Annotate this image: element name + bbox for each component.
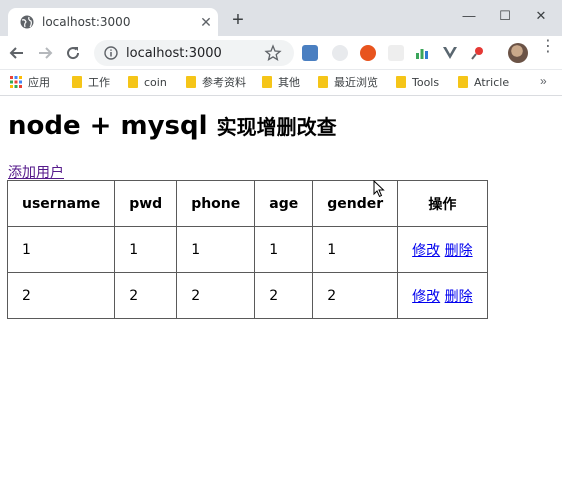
bookmark-folder-atricle[interactable]: Atricle bbox=[458, 75, 509, 91]
page-title: node + mysql 实现增删改查 bbox=[8, 111, 337, 141]
page-title-en: node + mysql bbox=[8, 111, 208, 141]
back-arrow-icon[interactable] bbox=[8, 44, 26, 62]
col-actions: 操作 bbox=[397, 180, 488, 227]
folder-icon bbox=[458, 76, 468, 88]
bookmark-label: Tools bbox=[412, 76, 440, 89]
folder-icon bbox=[262, 76, 272, 88]
extension-blank-icon[interactable] bbox=[388, 45, 404, 61]
bookmark-folder-work[interactable]: 工作 bbox=[72, 75, 110, 91]
maximize-button[interactable]: ☐ bbox=[496, 8, 514, 24]
bookmark-folder-recent[interactable]: 最近浏览 bbox=[318, 75, 378, 91]
extension-clock-icon[interactable] bbox=[332, 45, 348, 61]
tab-close-icon[interactable]: ✕ bbox=[198, 14, 214, 30]
profile-avatar[interactable] bbox=[508, 43, 528, 63]
extension-vue-icon[interactable] bbox=[442, 45, 458, 61]
delete-link[interactable]: 删除 bbox=[445, 289, 473, 305]
bookmark-folder-coin[interactable]: coin bbox=[128, 75, 167, 91]
mouse-cursor-icon bbox=[373, 180, 385, 198]
edit-link[interactable]: 修改 bbox=[412, 289, 440, 305]
page-content: node + mysql 实现增删改查 添加用户 username pwd ph… bbox=[0, 97, 562, 480]
folder-icon bbox=[186, 76, 196, 88]
cell-phone: 1 bbox=[176, 226, 256, 273]
close-window-button[interactable]: ✕ bbox=[532, 8, 550, 24]
extension-block-icon[interactable] bbox=[360, 45, 376, 61]
cell-age: 1 bbox=[254, 226, 314, 273]
folder-icon bbox=[72, 76, 82, 88]
cell-actions: 修改 删除 bbox=[397, 226, 488, 273]
cell-actions: 修改 删除 bbox=[397, 272, 488, 319]
bookmark-label: coin bbox=[144, 76, 167, 89]
cell-gender: 1 bbox=[312, 226, 399, 273]
col-phone: phone bbox=[176, 180, 256, 227]
bookmark-label: 工作 bbox=[88, 76, 110, 89]
table-header-row: username pwd phone age gender 操作 bbox=[6, 180, 488, 227]
forward-arrow-icon[interactable] bbox=[36, 44, 54, 62]
bookmark-apps[interactable]: 应用 bbox=[10, 75, 50, 91]
col-username: username bbox=[6, 180, 116, 227]
bookmarks-overflow-icon[interactable]: » bbox=[540, 74, 547, 88]
cell-phone: 2 bbox=[176, 272, 256, 319]
col-pwd: pwd bbox=[114, 180, 178, 227]
bookmark-label: 最近浏览 bbox=[334, 76, 378, 89]
add-user-link[interactable]: 添加用户 bbox=[8, 162, 64, 182]
edit-link[interactable]: 修改 bbox=[412, 243, 440, 259]
table-row: 1 1 1 1 1 修改 删除 bbox=[6, 226, 488, 273]
new-tab-button[interactable]: + bbox=[228, 10, 248, 30]
info-icon[interactable] bbox=[104, 46, 118, 60]
globe-icon bbox=[20, 15, 34, 29]
bookmark-label: 其他 bbox=[278, 76, 300, 89]
bookmark-folder-other[interactable]: 其他 bbox=[262, 75, 300, 91]
folder-icon bbox=[318, 76, 328, 88]
bookmark-folder-tools[interactable]: Tools bbox=[396, 75, 439, 91]
address-text: localhost:3000 bbox=[126, 46, 222, 61]
delete-link[interactable]: 删除 bbox=[445, 243, 473, 259]
apps-grid-icon bbox=[10, 76, 22, 88]
col-age: age bbox=[254, 180, 314, 227]
extension-pin-icon[interactable] bbox=[470, 45, 486, 61]
cell-age: 2 bbox=[254, 272, 314, 319]
table-row: 2 2 2 2 2 修改 删除 bbox=[6, 272, 488, 319]
bookmarks-bar: 应用 工作 coin 参考资料 其他 最近浏览 Tools Atricle » bbox=[0, 70, 562, 96]
browser-tab[interactable]: localhost:3000 ✕ bbox=[8, 8, 218, 36]
bookmark-star-icon[interactable] bbox=[264, 44, 282, 62]
extension-chart-icon[interactable] bbox=[414, 45, 430, 61]
cell-username: 2 bbox=[6, 272, 116, 319]
tab-title: localhost:3000 bbox=[42, 15, 131, 29]
folder-icon bbox=[396, 76, 406, 88]
reload-icon[interactable] bbox=[64, 44, 82, 62]
cell-username: 1 bbox=[6, 226, 116, 273]
bookmark-label: 参考资料 bbox=[202, 76, 246, 89]
cell-pwd: 2 bbox=[114, 272, 178, 319]
folder-icon bbox=[128, 76, 138, 88]
page-title-cn: 实现增删改查 bbox=[216, 115, 337, 139]
bookmark-label: Atricle bbox=[474, 76, 510, 89]
minimize-button[interactable]: — bbox=[460, 8, 478, 24]
bookmark-folder-reference[interactable]: 参考资料 bbox=[186, 75, 246, 91]
menu-dots-icon[interactable]: ⋮ bbox=[540, 39, 556, 62]
users-table: username pwd phone age gender 操作 1 1 1 1… bbox=[6, 180, 488, 319]
bookmark-label: 应用 bbox=[28, 76, 50, 89]
extension-screen-icon[interactable] bbox=[302, 45, 318, 61]
browser-toolbar: localhost:3000 ⋮ bbox=[0, 36, 562, 70]
cell-pwd: 1 bbox=[114, 226, 178, 273]
cell-gender: 2 bbox=[312, 272, 399, 319]
tab-strip: localhost:3000 ✕ + — ☐ ✕ bbox=[0, 0, 562, 36]
